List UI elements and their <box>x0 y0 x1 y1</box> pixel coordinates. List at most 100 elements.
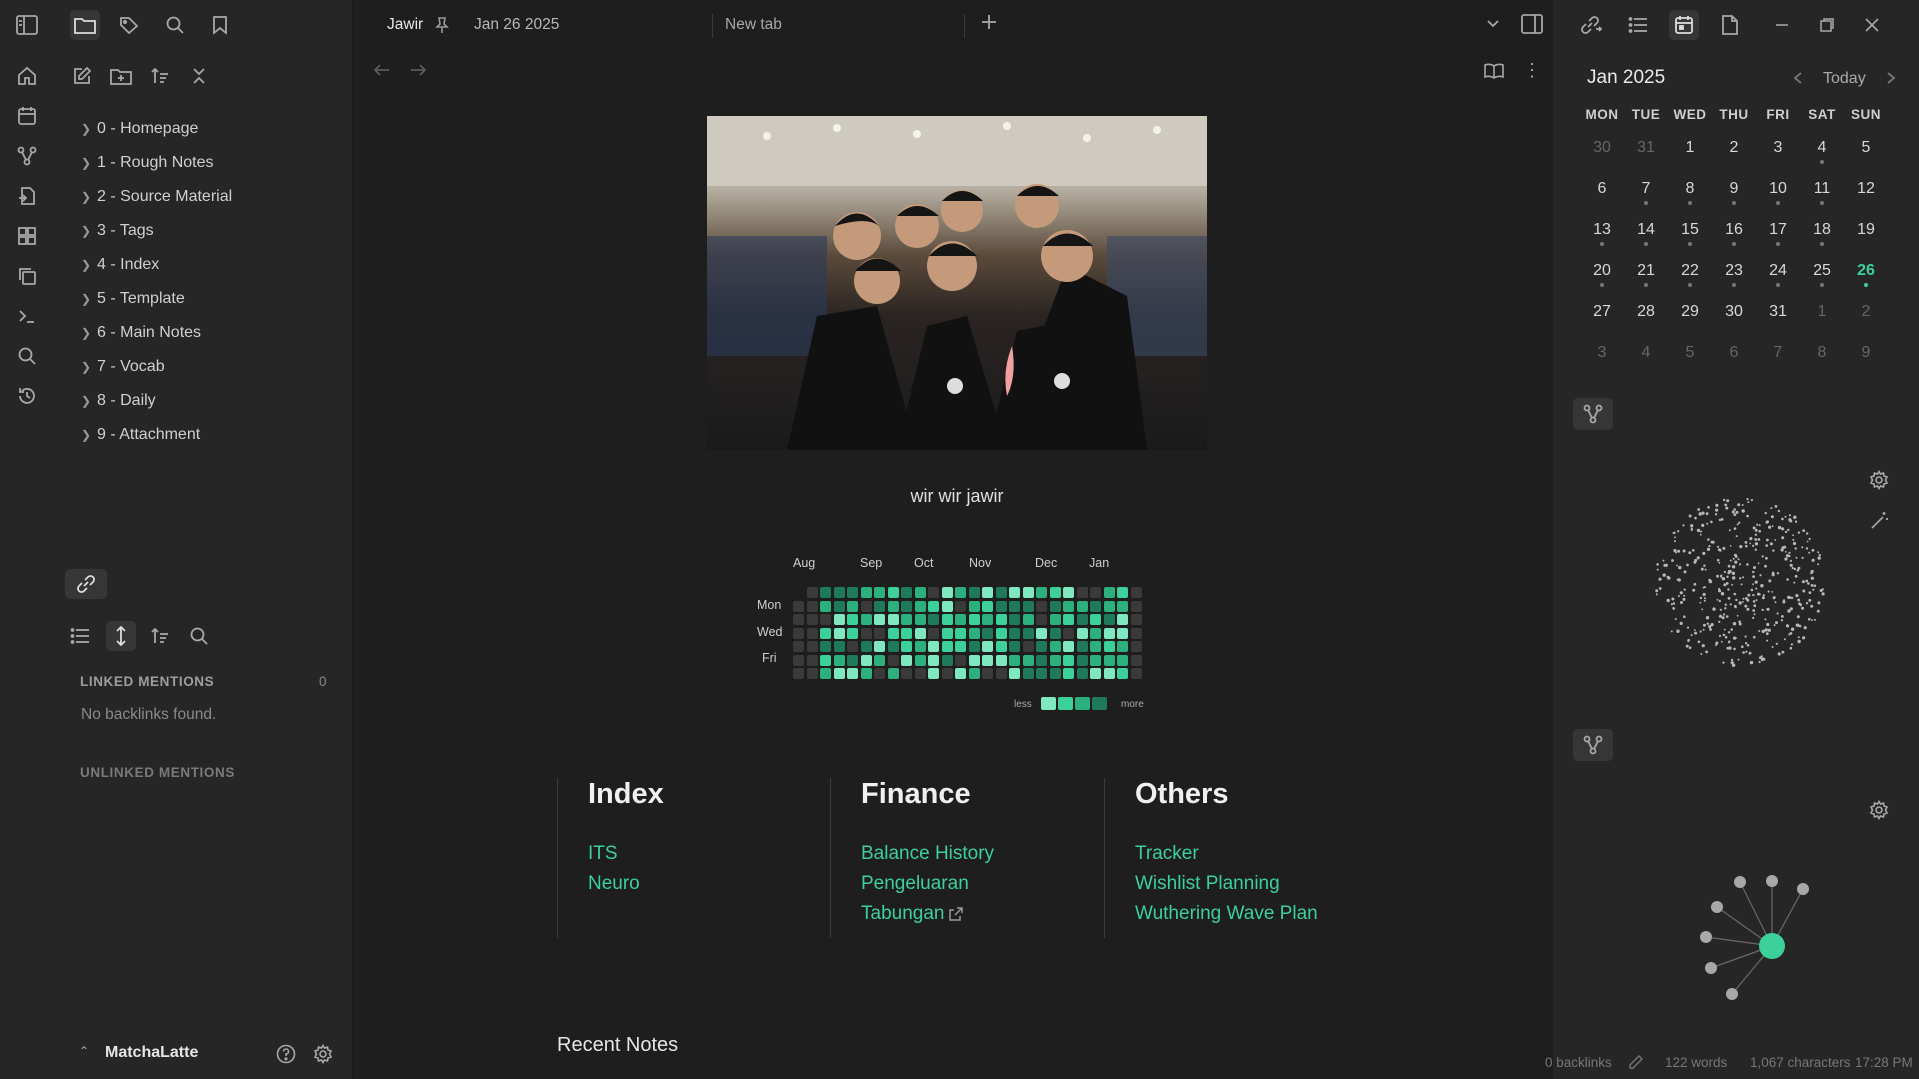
calendar-day[interactable]: 23 <box>1712 262 1756 287</box>
calendar-day[interactable]: 25 <box>1800 262 1844 287</box>
magic-wand-icon[interactable] <box>1864 506 1894 536</box>
calendar-day[interactable]: 6 <box>1580 180 1624 198</box>
collapse-all-icon[interactable] <box>184 61 214 91</box>
link-tabungan-row[interactable]: Tabungan <box>861 899 994 929</box>
expand-icon[interactable] <box>106 621 136 651</box>
link-wuthering-wave-plan[interactable]: Wuthering Wave Plan <box>1135 899 1318 929</box>
unlink-icon[interactable] <box>65 569 107 599</box>
link-neuro[interactable]: Neuro <box>588 869 664 899</box>
link-tracker[interactable]: Tracker <box>1135 839 1318 869</box>
back-arrow-icon[interactable] <box>373 62 391 78</box>
calendar-day[interactable]: 8 <box>1800 344 1844 362</box>
link-balance-history[interactable]: Balance History <box>861 839 994 869</box>
graph-icon[interactable] <box>12 141 42 171</box>
calendar-day[interactable]: 1 <box>1668 139 1712 157</box>
terminal-icon[interactable] <box>12 301 42 331</box>
folder-item[interactable]: ❯ 9 - Attachment <box>75 418 345 452</box>
sidebar-toggle-icon[interactable] <box>12 10 42 40</box>
folder-item[interactable]: ❯ 4 - Index <box>75 248 345 282</box>
calendar-day[interactable]: 14 <box>1624 221 1668 246</box>
calendar-day[interactable]: 5 <box>1668 344 1712 362</box>
more-options-icon[interactable]: ⋮ <box>1523 61 1541 79</box>
close-icon[interactable] <box>1857 10 1887 40</box>
link-tabungan[interactable]: Tabungan <box>861 899 944 929</box>
tab-jawir[interactable]: Jawir <box>387 16 423 34</box>
sort-icon[interactable] <box>145 621 175 651</box>
home-icon[interactable] <box>12 61 42 91</box>
calendar-day[interactable]: 7 <box>1624 180 1668 205</box>
folder-icon[interactable] <box>70 10 100 40</box>
calendar-day[interactable]: 31 <box>1756 303 1800 321</box>
calendar-day[interactable]: 6 <box>1712 344 1756 362</box>
calendar-day[interactable]: 31 <box>1624 139 1668 157</box>
calendar-day[interactable]: 16 <box>1712 221 1756 246</box>
new-folder-icon[interactable] <box>106 61 136 91</box>
calendar-day[interactable]: 11 <box>1800 180 1844 205</box>
folder-item[interactable]: ❯ 7 - Vocab <box>75 350 345 384</box>
calendar-day[interactable]: 10 <box>1756 180 1800 205</box>
calendar-day[interactable]: 1 <box>1800 303 1844 321</box>
folder-item[interactable]: ❯ 1 - Rough Notes <box>75 146 345 180</box>
settings-gear-icon[interactable] <box>308 1039 338 1069</box>
vault-switch-icon[interactable]: ⌃ <box>79 1044 89 1058</box>
calendar-day[interactable]: 26 <box>1844 262 1888 287</box>
right-sidebar-toggle-icon[interactable] <box>1521 14 1543 34</box>
calendar-day[interactable]: 9 <box>1712 180 1756 205</box>
minimize-icon[interactable] <box>1767 10 1797 40</box>
calendar-day[interactable]: 4 <box>1800 139 1844 164</box>
calendar-day[interactable]: 13 <box>1580 221 1624 246</box>
folder-item[interactable]: ❯ 8 - Daily <box>75 384 345 418</box>
search-icon[interactable] <box>12 341 42 371</box>
outline-icon[interactable] <box>1623 10 1653 40</box>
outgoing-links-icon[interactable] <box>1576 10 1606 40</box>
graph-settings-gear-icon[interactable] <box>1864 465 1894 495</box>
calendar-day[interactable]: 18 <box>1800 221 1844 246</box>
file-import-icon[interactable] <box>12 181 42 211</box>
calendar-today-button[interactable]: Today <box>1823 70 1866 88</box>
unlinked-mentions-heading[interactable]: UNLINKED MENTIONS <box>80 765 235 780</box>
tab-date[interactable]: Jan 26 2025 <box>474 16 559 34</box>
calendar-day[interactable]: 12 <box>1844 180 1888 198</box>
calendar-day[interactable]: 2 <box>1844 303 1888 321</box>
reading-view-icon[interactable] <box>1484 63 1504 79</box>
folder-item[interactable]: ❯ 2 - Source Material <box>75 180 345 214</box>
local-graph-settings-gear-icon[interactable] <box>1864 795 1894 825</box>
link-wishlist-planning[interactable]: Wishlist Planning <box>1135 869 1318 899</box>
calendar-day[interactable]: 5 <box>1844 139 1888 157</box>
local-graph-icon[interactable] <box>1573 729 1613 761</box>
calendar-day[interactable]: 20 <box>1580 262 1624 287</box>
help-icon[interactable] <box>271 1039 301 1069</box>
calendar-day[interactable]: 9 <box>1844 344 1888 362</box>
edit-pencil-icon[interactable] <box>1628 1054 1644 1070</box>
copy-icon[interactable] <box>12 261 42 291</box>
folder-item[interactable]: ❯ 5 - Template <box>75 282 345 316</box>
calendar-day[interactable]: 2 <box>1712 139 1756 157</box>
link-its[interactable]: ITS <box>588 839 664 869</box>
calendar-prev-icon[interactable] <box>1792 71 1804 85</box>
calendar-day[interactable]: 4 <box>1624 344 1668 362</box>
calendar-day[interactable]: 27 <box>1580 303 1624 321</box>
tab-new[interactable]: New tab <box>725 16 782 34</box>
local-graph[interactable] <box>1690 865 1820 1005</box>
link-pengeluaran[interactable]: Pengeluaran <box>861 869 994 899</box>
calendar-day[interactable]: 3 <box>1580 344 1624 362</box>
status-backlinks[interactable]: 0 backlinks <box>1545 1055 1612 1070</box>
folder-item[interactable]: ❯ 6 - Main Notes <box>75 316 345 350</box>
calendar-day[interactable]: 8 <box>1668 180 1712 205</box>
calendar-next-icon[interactable] <box>1885 71 1897 85</box>
calendar-day[interactable]: 17 <box>1756 221 1800 246</box>
restore-icon[interactable] <box>1812 10 1842 40</box>
calendar-day[interactable]: 19 <box>1844 221 1888 239</box>
folder-item[interactable]: ❯ 3 - Tags <box>75 214 345 248</box>
chevron-down-icon[interactable] <box>1485 16 1501 32</box>
global-graph[interactable] <box>1650 490 1830 670</box>
history-icon[interactable] <box>12 381 42 411</box>
calendar-icon[interactable] <box>1669 10 1699 40</box>
calendar-day[interactable]: 15 <box>1668 221 1712 246</box>
calendar-icon[interactable] <box>12 101 42 131</box>
dashboard-icon[interactable] <box>12 221 42 251</box>
file-icon[interactable] <box>1715 10 1745 40</box>
tags-icon[interactable] <box>115 10 145 40</box>
calendar-day[interactable]: 30 <box>1712 303 1756 321</box>
pin-icon[interactable] <box>434 16 450 34</box>
